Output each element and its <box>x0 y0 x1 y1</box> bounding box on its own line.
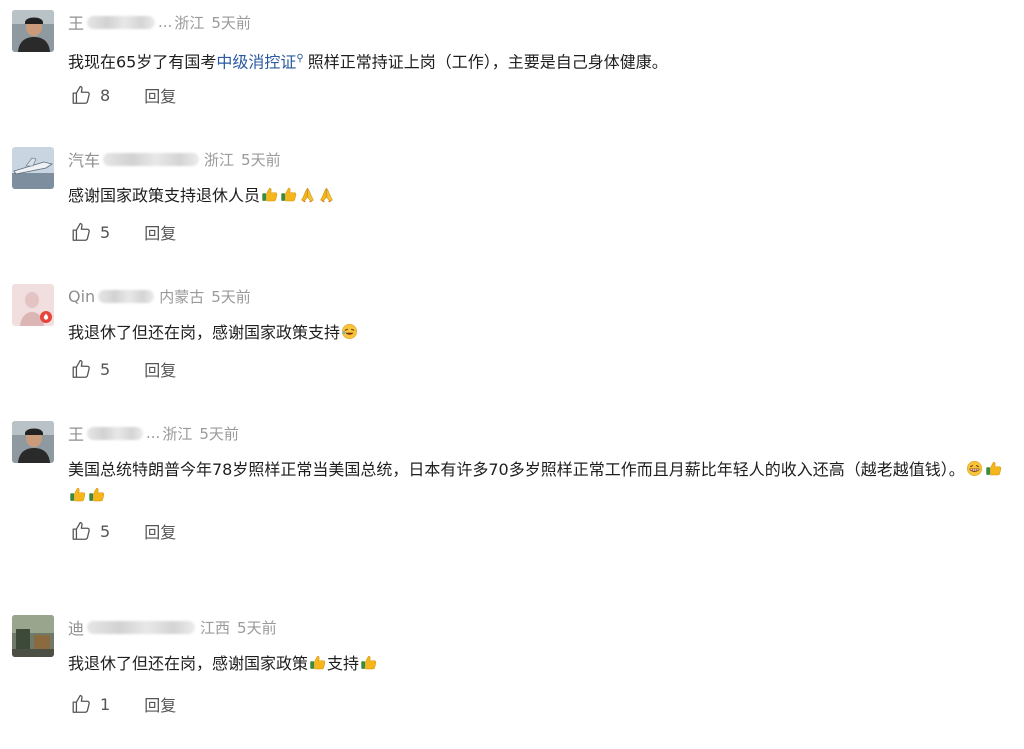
search-icon: ⚲ <box>296 53 304 64</box>
reply-button[interactable]: 回复 <box>144 692 176 716</box>
comment-meta: 迪 江西 5天前 <box>68 615 277 639</box>
like-button[interactable]: 5 <box>70 520 110 542</box>
username[interactable]: Qin <box>68 287 95 306</box>
region: 浙江 <box>174 13 205 32</box>
laughing-tears-emoji-icon <box>341 323 358 340</box>
username[interactable]: 王 <box>68 10 84 34</box>
like-count: 1 <box>100 694 111 714</box>
avatar[interactable] <box>12 615 54 657</box>
thumbs-up-icon <box>70 221 92 243</box>
avatar[interactable] <box>12 147 54 189</box>
reply-button[interactable]: 回复 <box>144 220 176 244</box>
comment-text: 美国总统特朗普今年78岁照样正常当美国总统，日本有许多70多岁照样正常工作而且月… <box>68 457 1018 509</box>
like-count: 8 <box>100 85 111 105</box>
username-blur <box>87 620 196 634</box>
comment-actions: 1 回复 <box>70 693 176 715</box>
reply-button[interactable]: 回复 <box>144 83 176 107</box>
username[interactable]: 迪 <box>68 615 84 639</box>
thumbs-up-emoji-icon <box>360 654 377 671</box>
avatar[interactable] <box>12 421 54 463</box>
comment-actions: 5 回复 <box>70 520 176 542</box>
time: 5天前 <box>241 150 281 169</box>
thumbs-up-emoji-icon <box>88 486 105 503</box>
username-blur <box>103 152 200 166</box>
comment-actions: 8 回复 <box>70 84 176 106</box>
region: 浙江 <box>204 150 235 169</box>
thumbs-up-emoji-icon <box>69 486 86 503</box>
reply-button[interactable]: 回复 <box>144 357 176 381</box>
thumbs-up-emoji-icon <box>261 186 278 203</box>
like-button[interactable]: 1 <box>70 693 110 715</box>
comment-text: 感谢国家政策支持退休人员 <box>68 183 1018 209</box>
time: 5天前 <box>211 13 251 32</box>
comment-text-part: 支持 <box>327 654 360 673</box>
comment-actions: 5 回复 <box>70 221 176 243</box>
comment-meta: 汽车 浙江 5天前 <box>68 147 281 171</box>
comment-text-part: 感谢国家政策支持退休人员 <box>68 186 261 205</box>
thumbs-up-icon <box>70 84 92 106</box>
comment-text: 我退休了但还在岗，感谢国家政策支持 <box>68 651 1018 677</box>
pray-emoji-icon <box>318 186 335 203</box>
comment-text-part: 我退休了但还在岗，感谢国家政策支持 <box>68 323 341 342</box>
username-blur <box>98 289 155 303</box>
thumbs-up-emoji-icon <box>309 654 326 671</box>
comment-text: 我现在65岁了有国考中级消控证⚲ 照样正常持证上岗（工作），主要是自己身体健康。 <box>68 46 1018 75</box>
reply-button[interactable]: 回复 <box>144 519 176 543</box>
comment-text-part: 美国总统特朗普今年78岁照样正常当美国总统，日本有许多70多岁照样正常工作而且月… <box>68 460 965 479</box>
search-link[interactable]: 中级消控证 <box>216 52 296 71</box>
comment-meta: Qin 内蒙古 5天前 <box>68 286 251 306</box>
avatar[interactable] <box>12 284 54 326</box>
comment-text-part: 照样正常持证上岗（工作），主要是自己身体健康。 <box>307 52 668 72</box>
comment-text-part: 我退休了但还在岗，感谢国家政策 <box>68 654 309 673</box>
comment-text: 我退休了但还在岗，感谢国家政策支持 <box>68 320 1018 346</box>
username-suffix: ... <box>158 13 173 31</box>
comment-actions: 5 回复 <box>70 358 176 380</box>
thumbs-up-icon <box>70 358 92 380</box>
region: 内蒙古 <box>159 287 205 306</box>
region: 浙江 <box>162 424 193 443</box>
thumbs-up-icon <box>70 693 92 715</box>
username[interactable]: 王 <box>68 421 84 445</box>
avatar[interactable] <box>12 10 54 52</box>
thumbs-up-emoji-icon <box>985 460 1002 477</box>
comment-meta: 王 ... 浙江 5天前 <box>68 421 239 445</box>
like-count: 5 <box>100 521 111 541</box>
like-count: 5 <box>100 359 111 379</box>
time: 5天前 <box>199 424 239 443</box>
like-button[interactable]: 8 <box>70 84 110 106</box>
thumbs-up-icon <box>70 520 92 542</box>
comment-text-part: 我现在65岁了有国考 <box>68 52 217 72</box>
username[interactable]: 汽车 <box>68 147 100 171</box>
region: 江西 <box>200 618 231 637</box>
like-count: 5 <box>100 222 111 242</box>
like-button[interactable]: 5 <box>70 358 110 380</box>
comment-meta: 王 ... 浙江 5天前 <box>68 10 251 34</box>
thumbs-up-emoji-icon <box>280 186 297 203</box>
username-suffix: ... <box>146 424 161 442</box>
time: 5天前 <box>211 287 251 306</box>
username-blur <box>87 426 144 440</box>
pray-emoji-icon <box>299 186 316 203</box>
like-button[interactable]: 5 <box>70 221 110 243</box>
grin-emoji-icon <box>966 460 983 477</box>
username-blur <box>87 15 156 29</box>
time: 5天前 <box>237 618 277 637</box>
